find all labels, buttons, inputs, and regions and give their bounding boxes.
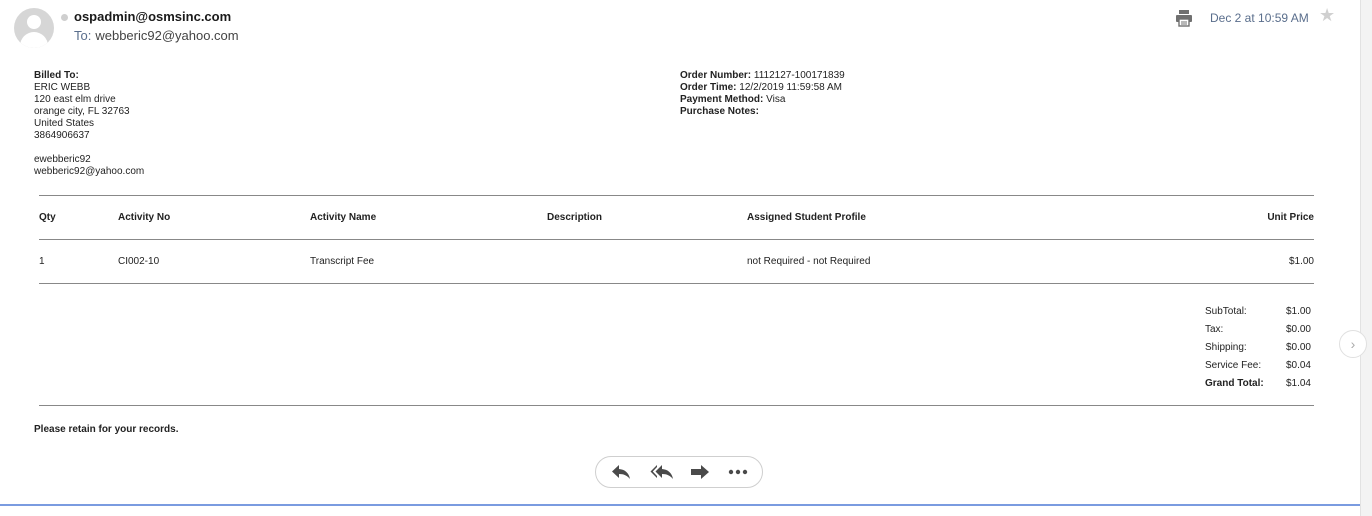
- grand-total-label: Grand Total:: [1205, 378, 1264, 389]
- billing-phone: 3864906637: [34, 130, 90, 141]
- header-unit-price: Unit Price: [1267, 212, 1314, 223]
- billing-block: Billed To: ERIC WEBB 120 east elm drive …: [34, 70, 144, 178]
- divider-header: [39, 239, 1314, 240]
- totals-values: $1.00 $0.00 $0.00 $0.04 $1.04: [1270, 303, 1311, 393]
- status-dot: [61, 14, 68, 21]
- order-number: 1112127-100171839: [753, 70, 845, 81]
- billing-username: ewebberic92: [34, 154, 91, 165]
- service-fee-value: $0.04: [1285, 360, 1311, 371]
- sender-avatar: [14, 8, 54, 48]
- billing-name: ERIC WEBB: [34, 82, 91, 93]
- header-qty: Qty: [39, 212, 56, 223]
- star-icon[interactable]: ★: [1319, 5, 1335, 26]
- to-label: To:: [74, 28, 92, 43]
- totals-labels: SubTotal: Tax: Shipping: Service Fee: Gr…: [1205, 303, 1264, 393]
- order-number-label: Order Number:: [680, 70, 752, 81]
- cell-student-profile: not Required - not Required: [747, 256, 871, 267]
- subtotal-value: $1.00: [1285, 306, 1311, 317]
- message-date: Dec 2 at 10:59 AM: [1210, 11, 1309, 25]
- purchase-notes-label: Purchase Notes:: [680, 106, 759, 117]
- email-message: ospadmin@osmsinc.com To: webberic92@yahoo…: [0, 0, 1360, 504]
- billing-city: orange city, FL 32763: [34, 106, 130, 117]
- cell-qty: 1: [39, 256, 45, 267]
- printer-icon[interactable]: [1175, 9, 1193, 27]
- vertical-scrollbar[interactable]: [1360, 0, 1372, 516]
- forward-icon[interactable]: [689, 463, 711, 481]
- payment-method-label: Payment Method:: [680, 94, 764, 105]
- order-time: 12/2/2019 11:59:58 AM: [739, 82, 842, 93]
- header-activity-no: Activity No: [118, 212, 171, 223]
- divider-bottom: [39, 405, 1314, 406]
- order-block: Order Number: 1112127-100171839 Order Ti…: [680, 70, 845, 118]
- cell-activity-no: CI002-10: [118, 256, 160, 267]
- payment-method: Visa: [766, 94, 786, 105]
- header-student-profile: Assigned Student Profile: [747, 212, 866, 223]
- divider-top: [39, 195, 1314, 196]
- order-time-label: Order Time:: [680, 82, 737, 93]
- chevron-right-icon[interactable]: ›: [1339, 330, 1367, 358]
- reply-icon[interactable]: [610, 463, 632, 481]
- service-fee-label: Service Fee:: [1205, 360, 1262, 371]
- avatar-head: [27, 15, 41, 29]
- retain-note: Please retain for your records.: [34, 424, 179, 435]
- billing-country: United States: [34, 118, 95, 129]
- message-bottom-border: [0, 504, 1360, 506]
- cell-activity-name: Transcript Fee: [310, 256, 375, 267]
- billed-to-label: Billed To:: [34, 70, 79, 81]
- avatar-body: [20, 32, 48, 48]
- billing-street: 120 east elm drive: [34, 94, 116, 105]
- shipping-label: Shipping:: [1205, 342, 1247, 353]
- cell-unit-price: $1.00: [1288, 256, 1314, 267]
- header-description: Description: [547, 212, 603, 223]
- billing-email[interactable]: webberic92@yahoo.com: [34, 166, 144, 178]
- message-actions-bar: [595, 456, 763, 488]
- subtotal-label: SubTotal:: [1205, 306, 1247, 317]
- reply-all-icon[interactable]: [649, 463, 675, 481]
- tax-label: Tax:: [1205, 324, 1224, 335]
- divider-row: [39, 283, 1314, 284]
- tax-value: $0.00: [1285, 324, 1311, 335]
- more-icon[interactable]: [727, 463, 749, 481]
- sender-address[interactable]: ospadmin@osmsinc.com: [74, 9, 231, 24]
- recipient-address[interactable]: webberic92@yahoo.com: [95, 28, 238, 43]
- header-activity-name: Activity Name: [310, 212, 377, 223]
- recipient-line: To: webberic92@yahoo.com: [74, 28, 239, 43]
- shipping-value: $0.00: [1285, 342, 1311, 353]
- grand-total-value: $1.04: [1285, 378, 1311, 389]
